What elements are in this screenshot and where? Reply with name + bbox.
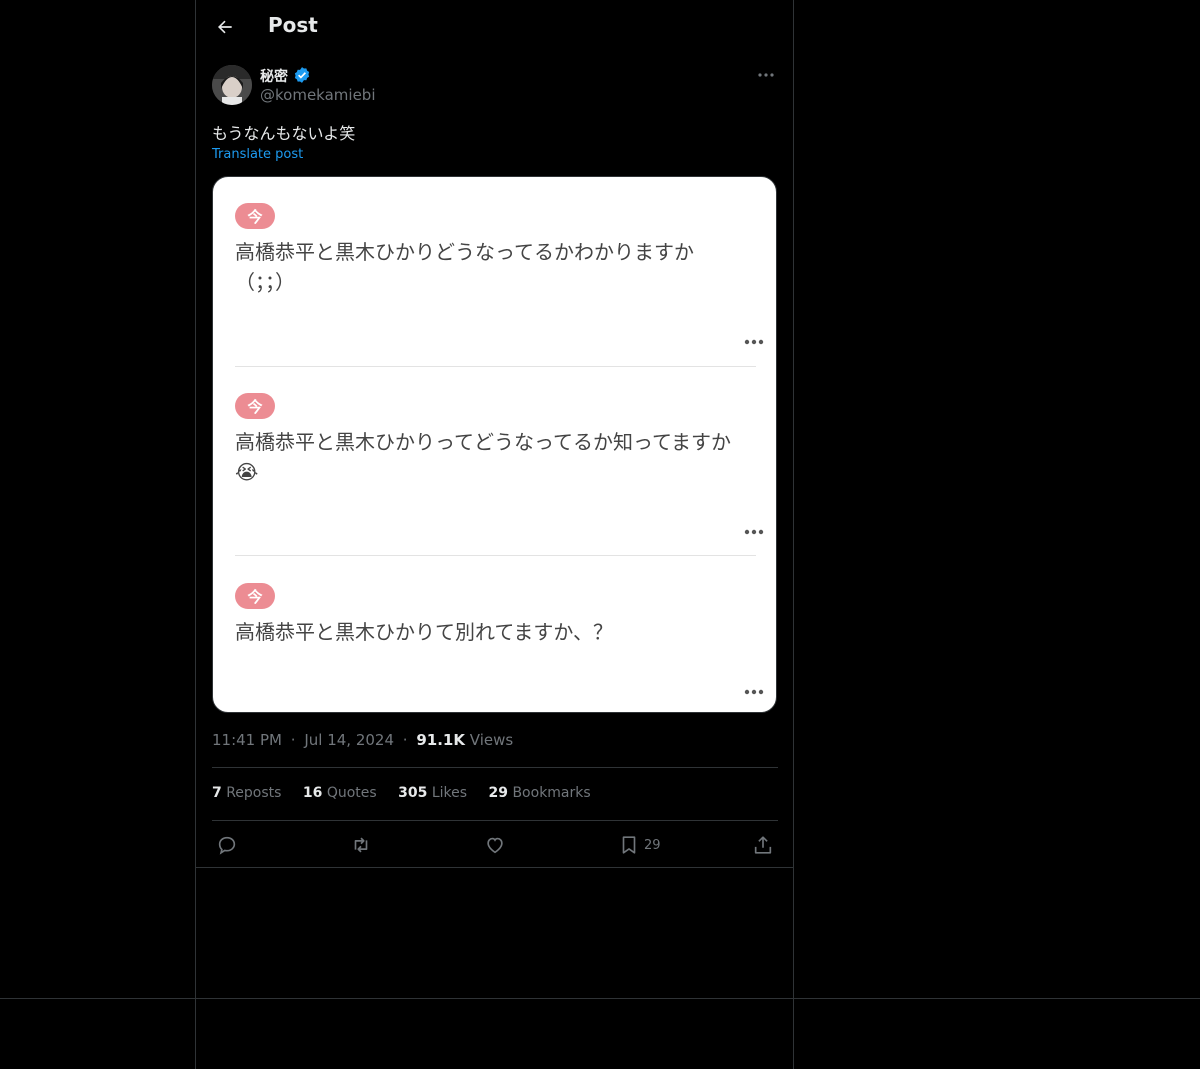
bookmark-icon bbox=[622, 836, 636, 854]
post-image[interactable]: 今 高橋恭平と黒木ひかりどうなってるかわかりますか（；；） 今 高橋恭平と黒木ひ… bbox=[212, 176, 777, 713]
more-dots-icon bbox=[744, 529, 764, 535]
avatar-image bbox=[212, 65, 252, 105]
post-bottom-border bbox=[196, 867, 793, 868]
right-column-border bbox=[793, 0, 794, 1069]
bookmark-button[interactable]: 29 bbox=[618, 832, 661, 858]
verified-badge-icon bbox=[294, 67, 310, 83]
bookmarks-stat[interactable]: 29 Bookmarks bbox=[489, 785, 591, 801]
translate-post-link[interactable]: Translate post bbox=[212, 147, 303, 162]
divider bbox=[212, 767, 778, 768]
views-label: Views bbox=[469, 731, 514, 749]
card-divider bbox=[235, 555, 756, 556]
views-count: 91.1K bbox=[416, 731, 465, 749]
time-badge: 今 bbox=[235, 583, 275, 609]
like-button[interactable] bbox=[484, 832, 506, 858]
post-meta: 11:41 PM · Jul 14, 2024 · 91.1K Views bbox=[212, 731, 513, 749]
post-time[interactable]: 11:41 PM bbox=[212, 731, 282, 749]
bookmark-count: 29 bbox=[644, 837, 661, 853]
meta-separator: · bbox=[290, 731, 296, 749]
question-text: 高橋恭平と黒木ひかりどうなってるかわかりますか（；；） bbox=[235, 240, 694, 294]
repost-icon bbox=[354, 837, 368, 853]
action-bar: 29 bbox=[212, 832, 778, 858]
more-dots-icon bbox=[744, 689, 764, 695]
more-icon[interactable] bbox=[754, 64, 778, 86]
post-date[interactable]: Jul 14, 2024 bbox=[304, 731, 394, 749]
time-badge: 今 bbox=[235, 393, 275, 419]
page-title: Post bbox=[268, 13, 318, 37]
avatar[interactable] bbox=[212, 65, 252, 105]
share-button[interactable] bbox=[752, 832, 774, 858]
post-text: もうなんもないよ笑 bbox=[212, 124, 356, 143]
back-button[interactable] bbox=[210, 12, 240, 42]
card-divider bbox=[235, 366, 756, 367]
question-text: 高橋恭平と黒木ひかりて別れてますか、？ bbox=[235, 620, 613, 644]
left-column-border bbox=[195, 0, 196, 1069]
like-icon bbox=[487, 837, 503, 854]
repost-button[interactable] bbox=[350, 832, 372, 858]
reposts-stat[interactable]: 7 Reposts bbox=[212, 785, 281, 801]
meta-separator: · bbox=[402, 731, 408, 749]
user-handle[interactable]: @komekamiebi bbox=[260, 86, 375, 104]
horizontal-divider bbox=[0, 998, 1200, 999]
divider bbox=[212, 820, 778, 821]
likes-stat[interactable]: 305 Likes bbox=[398, 785, 467, 801]
reply-icon bbox=[218, 836, 236, 855]
back-arrow-icon bbox=[218, 20, 232, 34]
share-icon bbox=[754, 836, 772, 854]
reply-button[interactable] bbox=[216, 832, 238, 858]
more-dots-icon bbox=[744, 339, 764, 345]
quotes-stat[interactable]: 16 Quotes bbox=[303, 785, 377, 801]
post-header: Post bbox=[196, 0, 793, 56]
question-text: 高橋恭平と黒木ひかりってどうなってるか知ってますか😭 bbox=[235, 430, 731, 484]
post-stats: 7 Reposts 16 Quotes 305 Likes 29 Bookmar… bbox=[212, 785, 608, 801]
post-author: 秘密 @komekamiebi bbox=[212, 64, 778, 108]
time-badge: 今 bbox=[235, 203, 275, 229]
display-name[interactable]: 秘密 bbox=[260, 66, 288, 86]
